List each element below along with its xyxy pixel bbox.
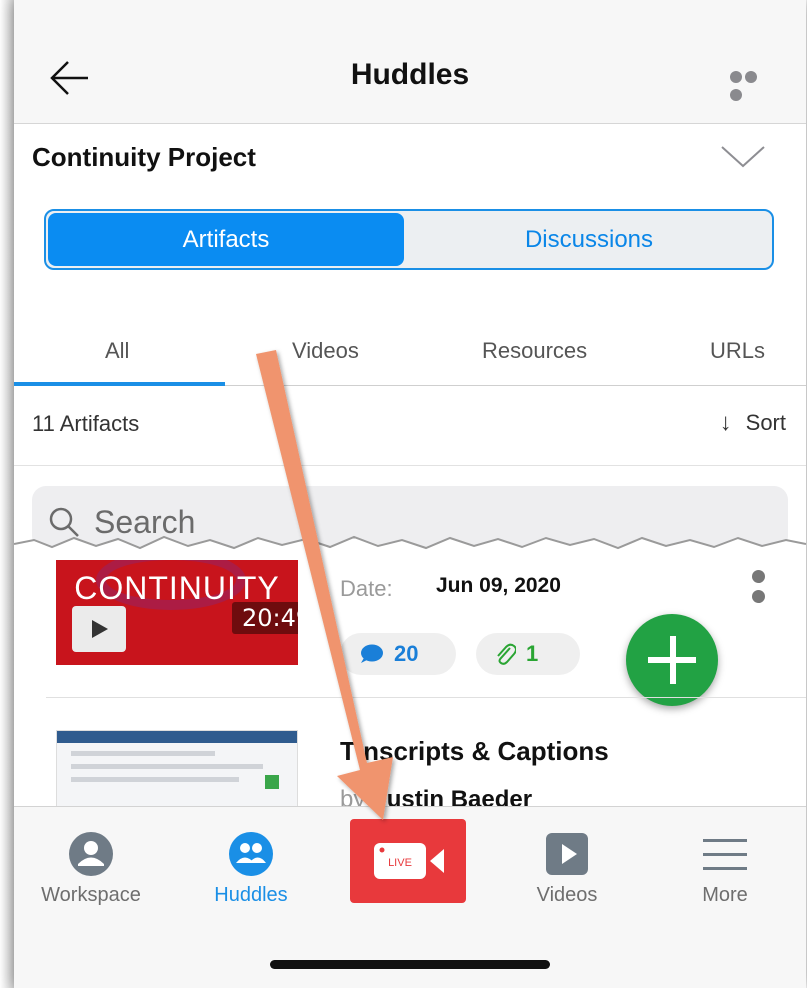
artifact-title[interactable]: T nscripts & Captions [340,736,609,767]
user-circle-icon [69,832,113,876]
row-divider [46,697,806,698]
chevron-down-icon[interactable] [720,144,766,170]
menu-icon [703,839,747,870]
artifact-count: 11 Artifacts [32,411,140,436]
date-label: Date: [340,576,393,601]
sort-button[interactable]: ↓ Sort [720,409,786,437]
go-live-button[interactable]: LIVE [350,819,466,903]
group-icon [229,832,273,876]
comments-count: 20 [394,641,419,666]
tabbar-label-more: More [702,884,748,906]
tabbar-workspace[interactable]: Workspace [16,807,166,917]
live-camera-icon: LIVE [374,843,444,879]
home-indicator [270,960,550,969]
arrow-down-icon: ↓ [719,409,732,436]
sort-label: Sort [745,410,786,435]
comment-icon [361,644,383,663]
tab-all[interactable]: All [105,338,129,364]
segment-artifacts[interactable]: Artifacts [48,213,404,266]
play-icon[interactable] [72,606,126,652]
tabbar-huddles[interactable]: Huddles [176,807,326,917]
bottom-tab-bar: Workspace Huddles LIVE Videos More [14,806,806,988]
ellipsis-icon[interactable] [730,70,774,101]
paperclip-icon [497,643,516,665]
tabbar-label-workspace: Workspace [41,884,141,906]
comments-badge[interactable]: 20 [340,633,456,675]
play-square-icon [546,833,588,875]
project-name: Continuity Project [32,142,256,172]
live-label: LIVE [388,857,412,869]
page-edge [0,0,14,988]
attachments-count: 1 [526,641,539,666]
tabbar-videos[interactable]: Videos [492,807,642,917]
phone-screen: Huddles Continuity Project Artifacts Dis… [14,0,806,988]
video-duration: 20:49 [232,602,298,634]
page-title: Huddles [350,58,470,91]
tab-urls[interactable]: URLs [710,338,765,364]
attachments-badge[interactable]: 1 [476,633,580,675]
artifact-summary-row: 11 Artifacts ↓ Sort [14,387,806,466]
segment-discussions[interactable]: Discussions [406,211,772,268]
document-thumbnail[interactable] [56,730,298,810]
filter-tabs: All Videos Resources URLs [14,330,806,386]
tab-videos[interactable]: Videos [292,338,359,364]
tabbar-label-videos: Videos [536,884,598,906]
date-value: Jun 09, 2020 [436,574,561,597]
add-button[interactable] [626,614,718,706]
vertical-ellipsis-icon[interactable] [752,570,768,610]
segmented-control: Artifacts Discussions [44,209,774,270]
video-thumbnail[interactable]: CONTINUITY 20:49 [56,560,298,665]
tabbar-label-huddles: Huddles [214,884,288,906]
active-tab-indicator [14,382,225,386]
navigation-bar: Huddles [14,0,806,124]
tabbar-more[interactable]: More [650,807,800,917]
tab-resources[interactable]: Resources [482,338,587,364]
